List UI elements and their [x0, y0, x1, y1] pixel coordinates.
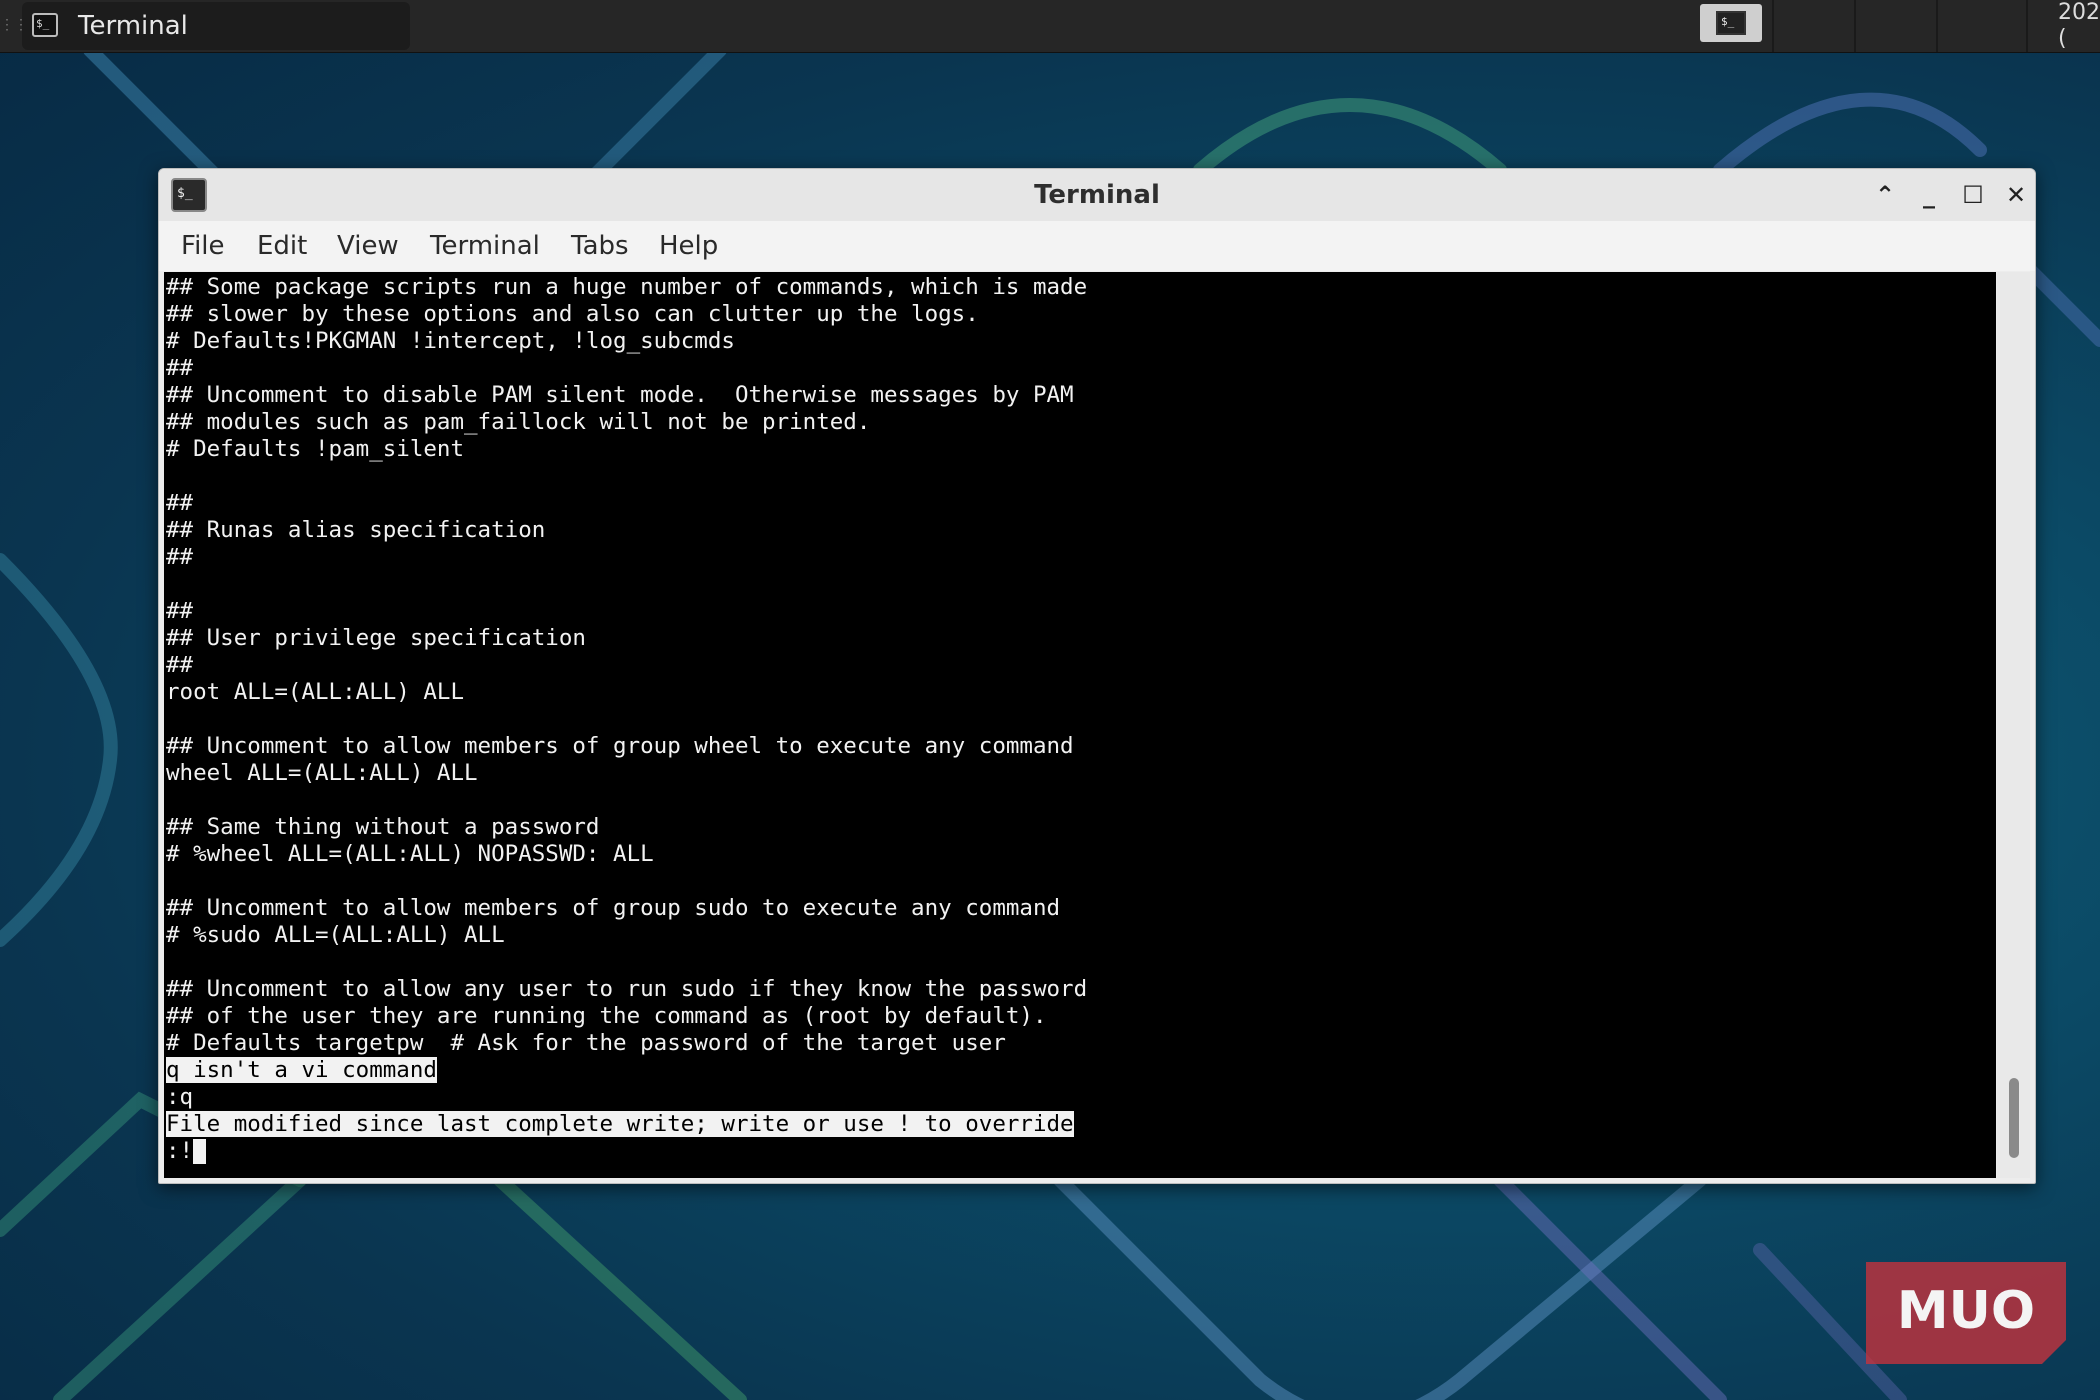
- minimize-button[interactable]: _: [1913, 179, 1945, 211]
- terminal-line: ##: [166, 490, 194, 516]
- terminal-line: ## Uncomment to allow members of group w…: [166, 733, 1074, 759]
- workspace-switcher[interactable]: $_: [1700, 4, 1762, 42]
- taskbar-terminal-button[interactable]: $_ Terminal: [22, 2, 410, 50]
- rollup-button[interactable]: ⌃: [1869, 179, 1901, 211]
- vi-warning-line: File modified since last complete write;…: [166, 1111, 1074, 1138]
- terminal-icon: $_: [32, 13, 58, 37]
- terminal-line: # Defaults!PKGMAN !intercept, !log_subcm…: [166, 328, 735, 354]
- menu-edit[interactable]: Edit: [257, 221, 307, 271]
- terminal-line: # %sudo ALL=(ALL:ALL) ALL: [166, 922, 505, 948]
- vi-warning-message: File modified since last complete write;…: [166, 1111, 1074, 1137]
- vi-command-line[interactable]: :!: [166, 1138, 207, 1165]
- terminal-line: ##: [166, 652, 194, 678]
- close-button[interactable]: ✕: [2000, 179, 2032, 211]
- menu-bar: File Edit View Terminal Tabs Help: [159, 221, 2035, 271]
- terminal-line: ## Uncomment to allow members of group s…: [166, 895, 1061, 921]
- terminal-line: # %wheel ALL=(ALL:ALL) NOPASSWD: ALL: [166, 841, 654, 867]
- terminal-line: wheel ALL=(ALL:ALL) ALL: [166, 760, 478, 786]
- maximize-button[interactable]: ☐: [1957, 179, 1989, 211]
- window-title: Terminal: [1034, 180, 1160, 210]
- terminal-line: ## Same thing without a password: [166, 814, 600, 840]
- muo-logo-text: MUO: [1897, 1281, 2035, 1341]
- terminal-line: ## of the user they are running the comm…: [166, 1003, 1047, 1029]
- muo-logo: MUO: [1866, 1262, 2066, 1364]
- taskbar-terminal-label: Terminal: [78, 11, 188, 41]
- terminal-line: root ALL=(ALL:ALL) ALL: [166, 679, 465, 705]
- terminal-line: ##: [166, 598, 194, 624]
- text-cursor: [193, 1139, 207, 1164]
- panel-separator: [1936, 0, 1938, 52]
- panel-separator: [1772, 0, 1774, 52]
- panel-separator: [2026, 0, 2028, 52]
- vi-error-message: q isn't a vi command: [166, 1057, 437, 1083]
- window-titlebar[interactable]: Terminal $_ ⌃ _ ☐ ✕: [159, 169, 2035, 221]
- terminal-line: ## Uncomment to disable PAM silent mode.…: [166, 382, 1074, 408]
- menu-view[interactable]: View: [337, 221, 399, 271]
- terminal-line: ## User privilege specification: [166, 625, 586, 651]
- vi-quit-command: :q: [166, 1084, 194, 1110]
- menu-terminal[interactable]: Terminal: [430, 221, 540, 271]
- terminal-scrollbar[interactable]: [1997, 272, 2030, 1178]
- scrollbar-thumb[interactable]: [2009, 1078, 2019, 1158]
- terminal-line: ## slower by these options and also can …: [166, 301, 979, 327]
- terminal-line: ## modules such as pam_faillock will not…: [166, 409, 871, 435]
- top-panel: ⋮⋮ $_ Terminal $_ 202 (: [0, 0, 2100, 53]
- panel-grip-icon[interactable]: ⋮⋮: [0, 14, 28, 36]
- terminal-line: # Defaults targetpw # Ask for the passwo…: [166, 1030, 1006, 1056]
- vi-error-line: q isn't a vi command: [166, 1057, 437, 1084]
- terminal-line: ## Some package scripts run a huge numbe…: [166, 274, 1088, 300]
- panel-clock[interactable]: 202 (: [2058, 0, 2100, 52]
- terminal-line: # Defaults !pam_silent: [166, 436, 465, 462]
- panel-separator: [1854, 0, 1856, 52]
- terminal-line: ##: [166, 544, 194, 570]
- terminal-screen[interactable]: ## Some package scripts run a huge numbe…: [164, 272, 1996, 1178]
- terminal-line: ##: [166, 355, 194, 381]
- menu-file[interactable]: File: [181, 221, 225, 271]
- vi-prompt: :!: [166, 1138, 194, 1164]
- terminal-thumbnail-icon: $_: [1716, 11, 1746, 35]
- menu-help[interactable]: Help: [659, 221, 718, 271]
- terminal-app-icon[interactable]: $_: [171, 178, 207, 212]
- terminal-line: ## Runas alias specification: [166, 517, 546, 543]
- terminal-line: ## Uncomment to allow any user to run su…: [166, 976, 1088, 1002]
- terminal-window: Terminal $_ ⌃ _ ☐ ✕ File Edit View Termi…: [158, 168, 2036, 1184]
- menu-tabs[interactable]: Tabs: [571, 221, 629, 271]
